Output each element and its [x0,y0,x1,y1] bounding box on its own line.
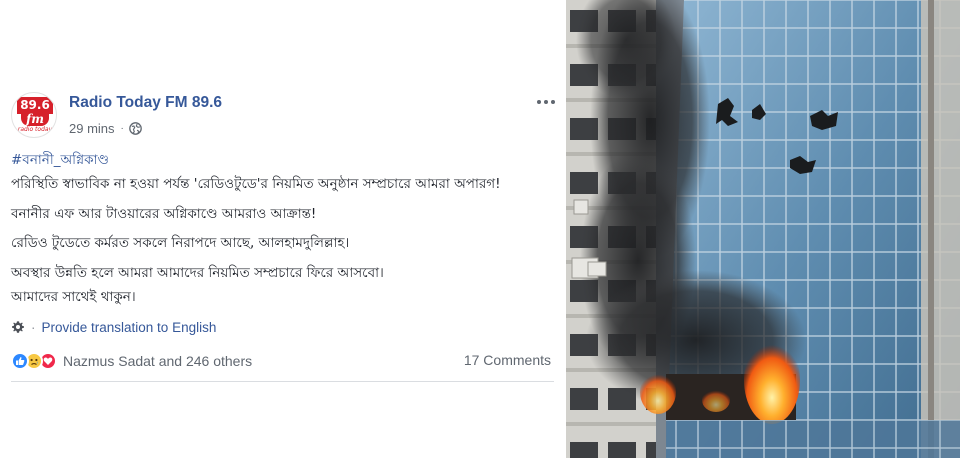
logo-fm: fm [21,113,49,126]
post-options-button[interactable] [535,95,557,109]
page-name-link[interactable]: Radio Today FM 89.6 [69,94,222,112]
more-horizontal-icon [537,100,541,104]
fire-building-photo[interactable] [566,0,960,458]
gear-icon [12,321,24,333]
post-line: রেডিও টুডেতে কর্মরত সকলে নিরাপদে আছে, আল… [11,235,350,251]
like-icon [11,352,29,370]
meta-separator: · [120,122,124,134]
comments-count-link[interactable]: 17 Comments [464,352,551,368]
facebook-post: 89.6 fm radio today Radio Today FM 89.6 … [0,0,566,458]
post-divider [11,381,554,382]
globe-icon[interactable] [129,121,142,135]
post-line: আমাদের সাথেই থাকুন। [11,289,136,305]
hashtag-link[interactable]: #বনানী_অগ্নিকাণ্ড [11,151,556,169]
translate-separator: · [31,319,36,335]
post-line: অবস্থার উন্নতি হলে আমরা আমাদের নিয়মিত স… [11,265,384,281]
post-line: বনানীর এফ আর টাওয়ারের অগ্নিকাণ্ডে আমরাও… [11,206,317,222]
reactions-summary[interactable]: Nazmus Sadat and 246 others [11,351,252,371]
reaction-names[interactable]: Nazmus Sadat and 246 others [63,353,252,369]
building-image [566,0,960,458]
logo-tagline: radio today [17,126,53,133]
post-timestamp[interactable]: 29 mins [69,121,115,136]
post-meta: 29 mins · [69,119,142,137]
translation-row: · Provide translation to English [11,318,216,336]
page-avatar[interactable]: 89.6 fm radio today [11,92,57,138]
translate-link[interactable]: Provide translation to English [42,320,217,335]
post-line: পরিস্থিতি স্বাভাবিক না হওয়া পর্যন্ত 'রে… [11,176,501,192]
